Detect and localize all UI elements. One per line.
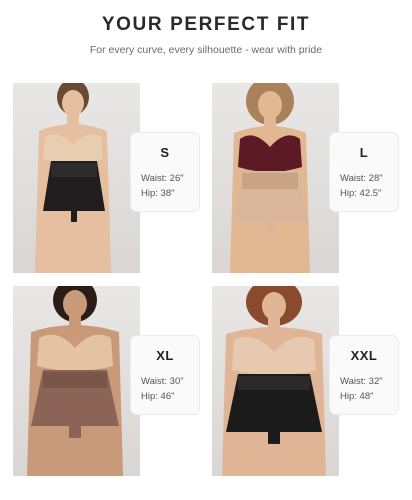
size-info-s: S Waist: 26" Hip: 38": [131, 133, 199, 211]
hip-measure: Hip: 46": [141, 391, 175, 402]
size-info-xl: XL Waist: 30" Hip: 46": [131, 336, 199, 414]
size-card-xxl: XXL Waist: 32" Hip: 48": [212, 286, 412, 476]
waist-measure: Waist: 32": [340, 376, 383, 387]
waist-measure: Waist: 30": [141, 376, 184, 387]
waist-measure: Waist: 26": [141, 173, 184, 184]
model-photo-l: [212, 83, 339, 273]
size-label: XL: [156, 348, 174, 363]
model-photo-s: [13, 83, 140, 273]
size-label: S: [160, 145, 170, 160]
waist-measure: Waist: 28": [340, 173, 383, 184]
hip-measure: Hip: 38": [141, 188, 175, 199]
hip-measure: Hip: 48": [340, 391, 374, 402]
size-info-l: L Waist: 28" Hip: 42.5": [330, 133, 398, 211]
page-subtitle: For every curve, every silhouette - wear…: [89, 44, 323, 56]
size-card-s: S Waist: 26" Hip: 38": [13, 83, 213, 273]
size-card-xl: XL Waist: 30" Hip: 46": [13, 286, 213, 476]
size-info-xxl: XXL Waist: 32" Hip: 48": [330, 336, 398, 414]
size-label: L: [359, 145, 369, 160]
hip-measure: Hip: 42.5": [340, 188, 382, 199]
size-card-l: L Waist: 28" Hip: 42.5": [212, 83, 412, 273]
size-label: XXL: [350, 348, 378, 363]
model-photo-xxl: [212, 286, 339, 476]
model-photo-xl: [13, 286, 140, 476]
page-title: YOUR PERFECT FIT: [101, 14, 311, 35]
